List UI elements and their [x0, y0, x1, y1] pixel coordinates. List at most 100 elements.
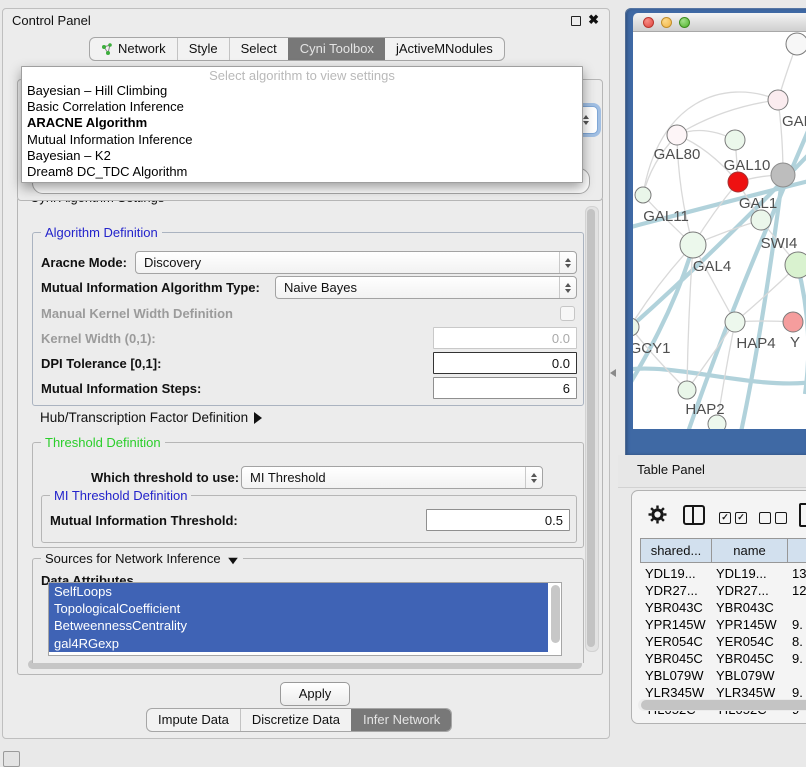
mi-steps-label: Mutual Information Steps: [41, 381, 201, 396]
table-cell: 13 [787, 565, 806, 582]
dropdown-item[interactable]: Bayesian – Hill Climbing [22, 83, 582, 99]
node-label: GAL4 [693, 258, 731, 275]
mi-steps-field[interactable]: 6 [433, 377, 577, 399]
dpi-tolerance-field[interactable]: 0.0 [433, 352, 577, 374]
table-panel-window: ✓✓ shared... name YDL19... YDL19... 13 Y… [631, 490, 806, 724]
tab-discretize-data[interactable]: Discretize Data [240, 709, 351, 731]
node-label: GCY1 [633, 340, 670, 357]
attribute-item-selected[interactable]: TopologicalCoefficient [49, 600, 548, 617]
mi-algorithm-type-label: Mutual Information Algorithm Type: [41, 280, 260, 295]
table-row[interactable]: YBR043C YBR043C [640, 599, 806, 616]
network-window-titlebar[interactable] [633, 13, 806, 32]
field-value: 0.5 [545, 513, 569, 528]
table-cell [787, 667, 806, 684]
table-cell: YDL19... [711, 565, 787, 582]
table-row[interactable]: YPR145W YPR145W 9. [640, 616, 806, 633]
attributes-scrollbar[interactable] [551, 585, 560, 651]
gear-icon[interactable] [648, 505, 667, 524]
kernel-width-field[interactable]: 0.0 [433, 327, 577, 349]
table-cell: YPR145W [711, 616, 787, 633]
table-row[interactable]: YER054C YER054C 8. [640, 633, 806, 650]
cyni-algorithm-settings-group: Cyni Algorithm Settings Algorithm Defini… [17, 197, 603, 675]
combo-value: MI Threshold [242, 470, 525, 485]
table-cell: YBL079W [640, 667, 711, 684]
show-columns-checked-icon[interactable]: ✓✓ [719, 509, 747, 527]
hide-columns-unchecked-icon[interactable] [759, 509, 787, 527]
column-header[interactable] [788, 539, 806, 562]
algorithm-definition-group: Algorithm Definition Aracne Mode: Discov… [32, 232, 584, 406]
dropdown-placeholder: Select algorithm to view settings [22, 68, 582, 83]
export-table-icon[interactable] [799, 503, 806, 527]
table-cell: YER054C [711, 633, 787, 650]
tab-infer-network[interactable]: Infer Network [351, 709, 451, 731]
hub-section-label: Hub/Transcription Factor Definition [40, 410, 248, 425]
node-label: HAP4 [736, 335, 775, 352]
mi-algorithm-type-combo[interactable]: Naive Bayes [275, 276, 577, 299]
tab-impute-data[interactable]: Impute Data [147, 709, 240, 731]
column-header[interactable]: name [712, 539, 788, 562]
table-cell: 8. [787, 633, 806, 650]
tab-jactivemnodules[interactable]: jActiveMNodules [385, 38, 504, 60]
table-horizontal-scrollbar[interactable] [638, 699, 806, 711]
node-label: GAL1 [739, 195, 777, 212]
combo-stepper-icon [525, 467, 542, 488]
table-header-row: shared... name [640, 538, 806, 563]
table-row[interactable]: YBL079W YBL079W [640, 667, 806, 684]
float-window-icon[interactable] [571, 16, 581, 26]
panel-divider-arrow-icon[interactable] [610, 369, 616, 377]
field-value: 0.0 [552, 356, 576, 371]
apply-button[interactable]: Apply [280, 682, 350, 706]
algorithm-dropdown-list: Select algorithm to view settings Bayesi… [21, 66, 583, 183]
mi-threshold-definition-group: MI Threshold Definition Mutual Informati… [41, 495, 577, 543]
attribute-item-selected[interactable]: SelfLoops [49, 583, 548, 600]
dropdown-item[interactable]: Basic Correlation Inference [22, 99, 582, 115]
table-row[interactable]: YDL19... YDL19... 13 [640, 565, 806, 582]
close-icon[interactable]: ✖ [588, 12, 599, 28]
network-icon [101, 43, 114, 56]
table-cell: YBR045C [640, 650, 711, 667]
expanded-arrow-icon [228, 558, 238, 564]
close-traffic-light-icon[interactable] [643, 17, 654, 28]
kernel-width-label: Kernel Width (0,1): [41, 331, 156, 346]
which-threshold-combo[interactable]: MI Threshold [241, 466, 543, 489]
tab-label: Style [189, 38, 218, 60]
network-view-window: GAL GAL80 GAL10 GAL1 GAL11 SWI4 GAL4 GCY… [625, 8, 806, 455]
mi-threshold-field[interactable]: 0.5 [426, 509, 570, 531]
attribute-item-selected[interactable]: BetweennessCentrality [49, 617, 548, 634]
attribute-item-selected[interactable]: gal4RGexp [49, 635, 548, 652]
column-header[interactable]: shared... [641, 539, 712, 562]
combo-stepper-icon [559, 252, 576, 273]
minimize-traffic-light-icon[interactable] [661, 17, 672, 28]
node-label: SWI4 [761, 235, 798, 252]
panel-grip-button[interactable] [3, 751, 20, 767]
table-row[interactable]: YBR045C YBR045C 9. [640, 650, 806, 667]
threshold-definition-group: Threshold Definition Which threshold to … [32, 442, 584, 548]
table-panel-title: Table Panel [637, 462, 705, 477]
sources-title: Sources for Network Inference [45, 551, 221, 566]
zoom-traffic-light-icon[interactable] [679, 17, 690, 28]
dropdown-item-selected[interactable]: ARACNE Algorithm [22, 115, 582, 131]
split-columns-icon[interactable] [683, 505, 705, 525]
tab-select[interactable]: Select [229, 38, 288, 60]
mi-threshold-label: Mutual Information Threshold: [50, 513, 238, 528]
dropdown-item[interactable]: Dream8 DC_TDC Algorithm [22, 164, 582, 180]
hub-transcription-section-toggle[interactable]: Hub/Transcription Factor Definition [40, 410, 262, 425]
tab-style[interactable]: Style [177, 38, 229, 60]
manual-kernel-label: Manual Kernel Width Definition [41, 306, 233, 321]
network-canvas[interactable]: GAL GAL80 GAL10 GAL1 GAL11 SWI4 GAL4 GCY… [633, 32, 806, 429]
node-label: GAL10 [724, 157, 771, 174]
tab-network[interactable]: Network [90, 38, 177, 60]
control-panel: Control Panel ✖ Network Style Select Cyn… [2, 8, 610, 739]
control-panel-tab-bar: Network Style Select Cyni Toolbox jActiv… [89, 37, 505, 61]
aracne-mode-combo[interactable]: Discovery [135, 251, 577, 274]
node-label: Y [790, 334, 800, 351]
table-row[interactable]: YDR27... YDR27... 12 [640, 582, 806, 599]
combo-value: Naive Bayes [276, 280, 559, 295]
tab-cyni-toolbox[interactable]: Cyni Toolbox [288, 38, 385, 60]
settings-vertical-scrollbar[interactable] [585, 206, 599, 652]
dropdown-item[interactable]: Bayesian – K2 [22, 148, 582, 164]
aracne-mode-label: Aracne Mode: [41, 255, 127, 270]
manual-kernel-checkbox[interactable] [560, 306, 575, 321]
dropdown-item[interactable]: Mutual Information Inference [22, 132, 582, 148]
table-cell: YBL079W [711, 667, 787, 684]
